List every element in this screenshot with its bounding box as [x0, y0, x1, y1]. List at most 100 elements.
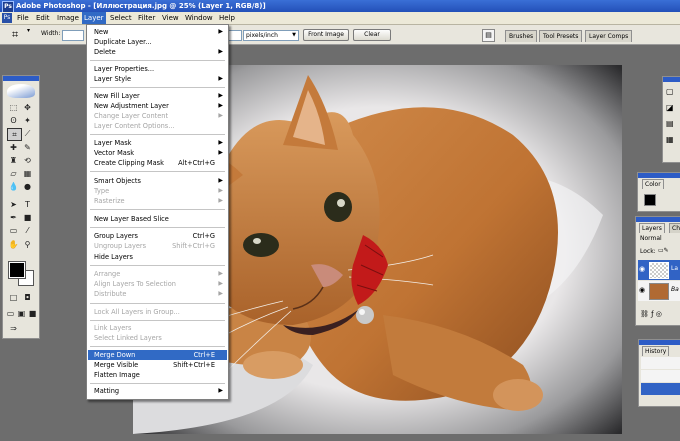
front-image-button[interactable]: Front Image — [303, 29, 349, 41]
menu-item-flatten-image[interactable]: Flatten Image — [88, 370, 227, 380]
menu-item-new-layer-based-slice[interactable]: New Layer Based Slice — [88, 214, 227, 224]
tab-layer-comps[interactable]: Layer Comps — [585, 30, 633, 42]
shape-tool-icon[interactable]: ■ — [21, 212, 34, 223]
menu-window[interactable]: Window — [183, 12, 215, 24]
menu-item-type[interactable]: Type ▶ — [88, 186, 227, 196]
path-selection-tool-icon[interactable]: ➤ — [7, 199, 20, 210]
tool-preset-arrow-icon[interactable]: ▾ — [27, 27, 30, 34]
history-item-selected[interactable] — [641, 383, 680, 395]
layer-row-layer1[interactable]: ◉ La — [638, 260, 680, 280]
lock-icons[interactable]: ▭✎ — [658, 247, 669, 254]
history-brush-tool-icon[interactable]: ⟲ — [21, 155, 34, 166]
menu-item-ungroup-layers[interactable]: Ungroup Layers Shift+Ctrl+G — [88, 241, 227, 251]
clone-stamp-tool-icon[interactable]: ♜ — [7, 155, 20, 166]
type-tool-icon[interactable]: T — [21, 199, 34, 210]
menu-image[interactable]: Image — [55, 12, 81, 24]
menu-item-new[interactable]: New ▶ — [88, 27, 227, 37]
menu-item-select-linked-layers[interactable]: Select Linked Layers — [88, 333, 227, 343]
menu-item-create-clipping-mask[interactable]: Create Clipping Mask Alt+Ctrl+G — [88, 158, 227, 168]
toolbox-header[interactable] — [3, 76, 39, 81]
panel-icon-2[interactable]: ◪ — [666, 103, 674, 112]
tab-color[interactable]: Color — [642, 179, 664, 189]
tab-history[interactable]: History — [642, 346, 670, 356]
imageready-jump-icon[interactable]: ⇒ — [7, 323, 20, 334]
history-item[interactable] — [641, 370, 680, 382]
menu-item-vector-mask[interactable]: Vector Mask ▶ — [88, 148, 227, 158]
brush-tool-icon[interactable]: ✎ — [21, 142, 34, 153]
blur-tool-icon[interactable]: 💧 — [7, 181, 20, 192]
menu-item-change-layer-content[interactable]: Change Layer Content ▶ — [88, 111, 227, 121]
hand-tool-icon[interactable]: ✋ — [7, 239, 20, 250]
width-field[interactable] — [62, 30, 84, 41]
zoom-tool-icon[interactable]: ⚲ — [21, 239, 34, 250]
panel-icon-3[interactable]: ▤ — [666, 119, 674, 128]
history-panel-header[interactable] — [639, 340, 680, 345]
eyedropper-tool-icon[interactable]: ⁄ — [21, 225, 34, 236]
eye-icon[interactable]: ◉ — [639, 286, 645, 294]
resolution-field[interactable] — [228, 30, 242, 41]
layers-panel-header[interactable] — [636, 217, 680, 222]
notes-tool-icon[interactable]: ▭ — [7, 225, 20, 236]
app-menu-icon[interactable]: Ps — [2, 13, 12, 23]
menu-help[interactable]: Help — [217, 12, 237, 24]
menu-filter[interactable]: Filter — [136, 12, 157, 24]
menu-item-smart-objects[interactable]: Smart Objects ▶ — [88, 176, 227, 186]
color-panel-header[interactable] — [638, 173, 680, 178]
menu-file[interactable]: File — [15, 12, 31, 24]
tab-tool-presets[interactable]: Tool Presets — [539, 30, 583, 42]
menu-item-distribute[interactable]: Distribute ▶ — [88, 289, 227, 299]
gradient-tool-icon[interactable]: ▦ — [21, 168, 34, 179]
menu-item-layer-mask[interactable]: Layer Mask ▶ — [88, 138, 227, 148]
tab-layers[interactable]: Layers — [639, 223, 665, 233]
menu-item-merge-down[interactable]: Merge Down Ctrl+E — [88, 350, 227, 360]
menu-item-group-layers[interactable]: Group Layers Ctrl+G — [88, 231, 227, 241]
pen-tool-icon[interactable]: ✒ — [7, 212, 20, 223]
dodge-tool-icon[interactable]: ● — [21, 181, 34, 192]
menu-item-layer-style[interactable]: Layer Style ▶ — [88, 74, 227, 84]
tab-channels[interactable]: Cha — [669, 223, 680, 233]
screen-mode-full-icon[interactable]: ■ — [26, 308, 39, 319]
menu-select[interactable]: Select — [108, 12, 134, 24]
menu-item-new-adjustment-layer[interactable]: New Adjustment Layer ▶ — [88, 101, 227, 111]
panel-icon-1[interactable]: ▢ — [666, 87, 674, 96]
menu-item-hide-layers[interactable]: Hide Layers — [88, 252, 227, 262]
lasso-tool-icon[interactable]: ʘ — [7, 115, 20, 126]
menu-item-align-layers-to-selection[interactable]: Align Layers To Selection ▶ — [88, 279, 227, 289]
layer-bottom-icons[interactable]: ⛓ ƒ ◎ — [640, 310, 662, 318]
menu-item-link-layers[interactable]: Link Layers — [88, 323, 227, 333]
palette-well-icon[interactable]: ▤ — [482, 29, 495, 42]
menu-item-arrange[interactable]: Arrange ▶ — [88, 269, 227, 279]
quick-mask-off-icon[interactable]: □ — [7, 292, 20, 303]
menu-item-matting[interactable]: Matting ▶ — [88, 386, 227, 396]
menu-item-new-fill-layer[interactable]: New Fill Layer ▶ — [88, 91, 227, 101]
marquee-tool-icon[interactable]: ⬚ — [7, 102, 20, 113]
slice-tool-icon[interactable]: ⟋ — [21, 128, 34, 139]
menu-item-rasterize[interactable]: Rasterize ▶ — [88, 196, 227, 206]
move-tool-icon[interactable]: ✥ — [21, 102, 34, 113]
menu-layer[interactable]: Layer — [82, 12, 106, 24]
menu-view[interactable]: View — [160, 12, 181, 24]
history-item[interactable] — [641, 357, 680, 369]
foreground-color-swatch[interactable] — [8, 261, 26, 279]
menu-item-merge-visible[interactable]: Merge Visible Shift+Ctrl+E — [88, 360, 227, 370]
navigator-panel-header[interactable] — [663, 77, 680, 82]
eraser-tool-icon[interactable]: ▱ — [7, 168, 20, 179]
menu-item-layer-content-options[interactable]: Layer Content Options... — [88, 121, 227, 131]
resolution-unit-select[interactable]: pixels/inch ▼ — [243, 30, 299, 41]
menu-item-delete[interactable]: Delete ▶ — [88, 47, 227, 57]
crop-tool-icon[interactable]: ⌗ — [12, 28, 18, 42]
menu-item-lock-all-layers-in-group[interactable]: Lock All Layers in Group... — [88, 307, 227, 317]
menu-item-layer-properties[interactable]: Layer Properties... — [88, 64, 227, 74]
blend-mode-select[interactable]: Normal — [640, 235, 662, 242]
menu-edit[interactable]: Edit — [34, 12, 52, 24]
quick-mask-on-icon[interactable]: ◘ — [21, 292, 34, 303]
magic-wand-tool-icon[interactable]: ✦ — [21, 115, 34, 126]
menu-item-duplicate-layer[interactable]: Duplicate Layer... — [88, 37, 227, 47]
layer-row-background[interactable]: ◉ Ba — [638, 281, 680, 301]
panel-icon-4[interactable]: ▦ — [666, 135, 674, 144]
crop-tool-selected-icon[interactable]: ⌗ — [7, 128, 22, 141]
clear-button[interactable]: Clear — [353, 29, 391, 41]
healing-brush-tool-icon[interactable]: ✚ — [7, 142, 20, 153]
color-foreground-swatch[interactable] — [644, 194, 656, 206]
eye-icon[interactable]: ◉ — [639, 265, 645, 273]
